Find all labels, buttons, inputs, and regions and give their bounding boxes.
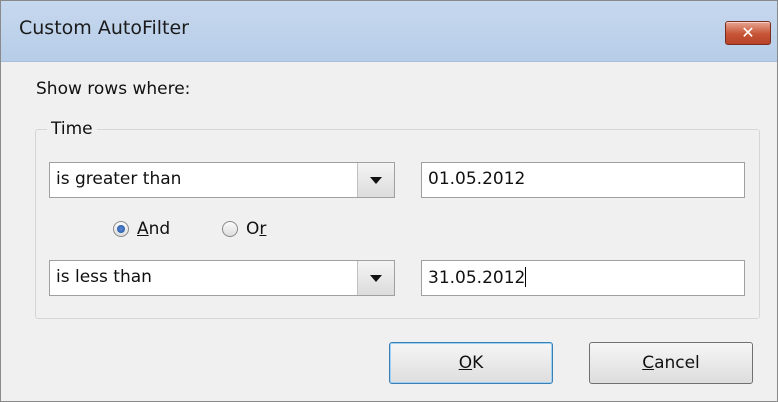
or-radio[interactable]: Or: [222, 219, 266, 239]
custom-autofilter-dialog: Custom AutoFilter ✕ Show rows where: Tim…: [0, 0, 778, 402]
operator-select-2[interactable]: is less than: [49, 260, 395, 296]
dropdown-arrow-icon[interactable]: [357, 261, 394, 295]
radio-checked-icon: [113, 221, 129, 237]
radio-unchecked-icon: [222, 221, 238, 237]
ok-button[interactable]: OK: [389, 342, 553, 384]
window-title: Custom AutoFilter: [19, 17, 189, 39]
group-label: Time: [47, 119, 97, 139]
or-label: Or: [246, 219, 267, 239]
and-radio[interactable]: And: [113, 219, 170, 239]
title-bar[interactable]: Custom AutoFilter ✕: [1, 1, 777, 62]
value-text-1: 01.05.2012: [428, 169, 526, 189]
text-caret: [525, 267, 527, 287]
operator-select-1[interactable]: is greater than: [49, 162, 395, 198]
dropdown-arrow-icon[interactable]: [357, 163, 394, 197]
and-label: And: [137, 219, 171, 239]
value-input-1[interactable]: 01.05.2012: [421, 162, 745, 198]
close-button[interactable]: ✕: [725, 21, 771, 45]
operator-value-2: is less than: [56, 267, 152, 287]
operator-value-1: is greater than: [56, 169, 182, 189]
value-input-2[interactable]: 31.05.2012: [421, 260, 745, 296]
cancel-button[interactable]: Cancel: [589, 342, 753, 384]
value-text-2: 31.05.2012: [428, 267, 527, 288]
dialog-body: Show rows where: Time is greater than 01…: [9, 62, 771, 397]
close-icon: ✕: [741, 23, 755, 42]
show-rows-label: Show rows where:: [36, 79, 191, 99]
